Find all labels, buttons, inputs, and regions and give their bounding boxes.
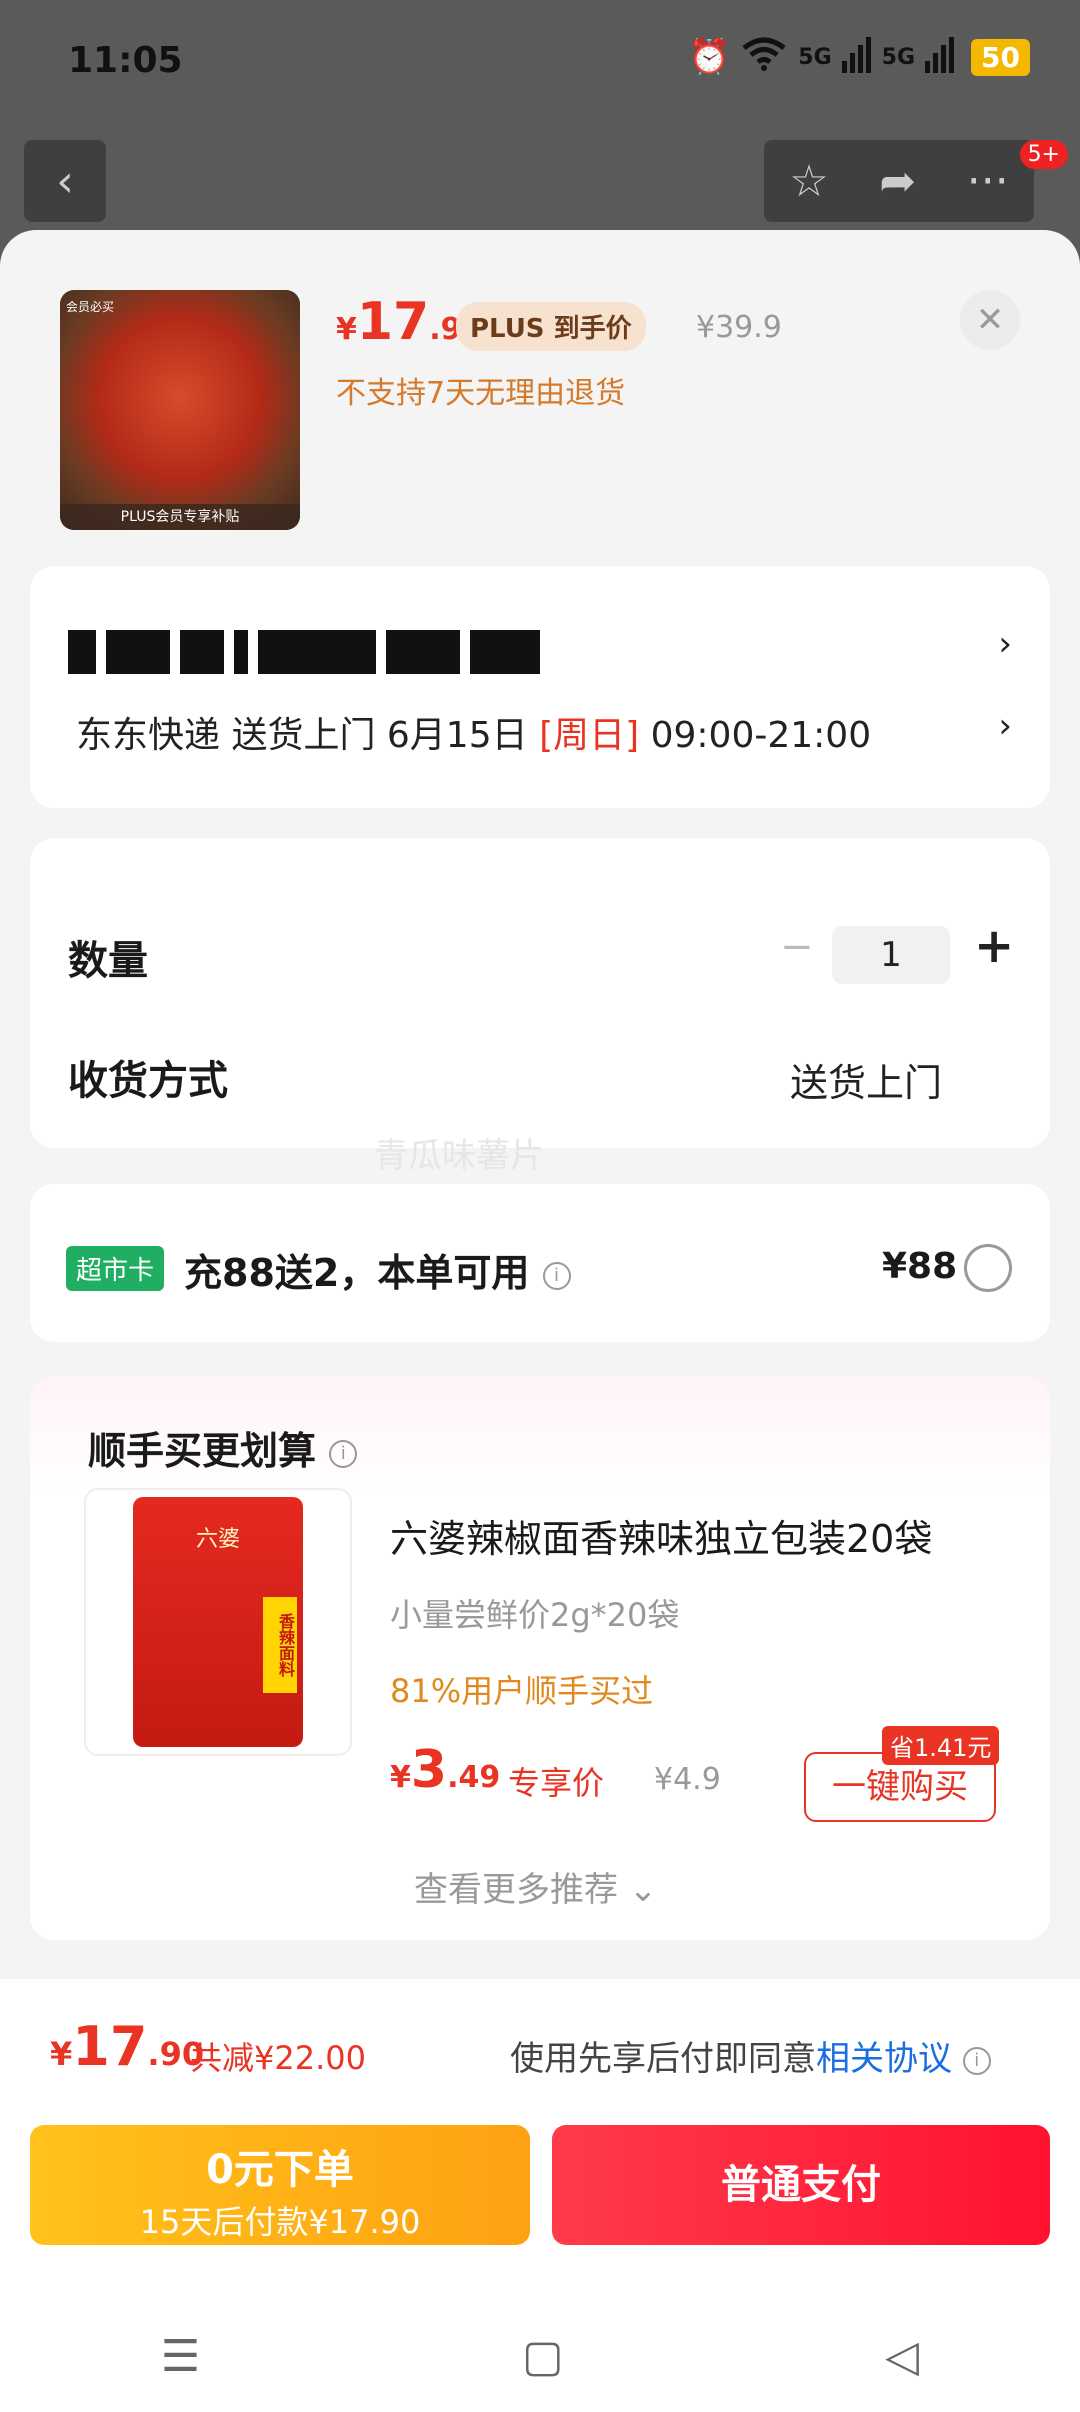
price-decimal: .49 [447, 1760, 501, 1795]
package-brand: 六婆 [195, 1527, 240, 1552]
quantity-label: 数量 [68, 938, 148, 984]
delivery-day: [周日] [539, 715, 640, 756]
recommendation-original-price: ¥4.9 [654, 1762, 721, 1797]
recommendation-title-text: 顺手买更划算 [88, 1429, 317, 1473]
header-actions: ☆ ➦ ··· [764, 140, 1034, 222]
supermarket-card-offer: 充88送2，本单可用 i [184, 1242, 571, 1297]
currency-symbol: ¥ [390, 1760, 411, 1795]
notification-badge: 5+ [1019, 140, 1068, 169]
status-icons: ⏰ 5G 5G 50 [688, 36, 1030, 78]
signal-bars-icon [841, 37, 872, 77]
system-nav-bar: ☰ ▢ ◁ [0, 2300, 1080, 2412]
recommendation-price: ¥3.49 [390, 1740, 500, 1800]
info-icon[interactable]: i [962, 2046, 991, 2075]
info-icon[interactable]: i [329, 1439, 358, 1468]
info-icon[interactable]: i [542, 1261, 571, 1290]
quantity-decrease-button[interactable]: − [780, 924, 814, 970]
address-card[interactable]: › 东东快递 送货上门 6月15日 [周日] 09:00-21:00 › [30, 566, 1050, 808]
recommendation-product-name[interactable]: 六婆辣椒面香辣味独立包装20袋 [390, 1508, 932, 1563]
price-integer: 3 [410, 1740, 448, 1800]
product-image-mark: 会员必买 [66, 300, 115, 314]
recommendation-card: 顺手买更划算 i 六婆 香辣面料 六婆辣椒面香辣味独立包装20袋 小量尝鲜价2g… [30, 1376, 1050, 1940]
address-redacted [68, 630, 540, 674]
total-reduction: 共减¥22.00 [190, 2039, 366, 2077]
signal-2-label: 5G [881, 44, 916, 70]
product-image: 会员必买 PLUS会员专享补贴 [60, 290, 300, 530]
back-icon[interactable]: ◁ [885, 2331, 919, 2382]
supermarket-card-radio[interactable] [964, 1244, 1012, 1292]
agreement-text: 使用先享后付即同意相关协议 i [510, 2031, 991, 2080]
supermarket-card-tag: 超市卡 [66, 1246, 165, 1291]
close-icon: ✕ [975, 300, 1005, 340]
more-icon[interactable]: ··· [967, 156, 1009, 207]
alarm-icon: ⏰ [687, 37, 731, 77]
currency-symbol: ¥ [50, 2035, 73, 2073]
close-button[interactable]: ✕ [960, 290, 1020, 350]
pay-later-title: 0元下单 [206, 2147, 354, 2193]
pay-later-button[interactable]: 0元下单 15天后付款¥17.90 [30, 2125, 530, 2245]
delivery-method: 东东快递 送货上门 6月15日 [76, 715, 528, 756]
chevron-right-icon: › [998, 624, 1012, 664]
quantity-increase-button[interactable]: + [974, 918, 1014, 974]
share-icon[interactable]: ➦ [879, 156, 916, 207]
normal-pay-button[interactable]: 普通支付 [552, 2125, 1050, 2245]
plus-price-tag: PLUS 到手价 [456, 302, 646, 351]
package-illustration: 六婆 香辣面料 [133, 1497, 303, 1747]
shipping-value: 送货上门 [790, 1061, 943, 1105]
menu-icon[interactable]: ☰ [161, 2331, 200, 2382]
recommendation-image[interactable]: 六婆 香辣面料 [84, 1488, 352, 1756]
recommendation-buyers: 81%用户顺手买过 [390, 1672, 654, 1710]
wifi-icon [740, 36, 788, 78]
supermarket-card-amount: ¥88 [882, 1246, 958, 1287]
currency-symbol: ¥ [336, 312, 357, 347]
product-image-tag: PLUS会员专享补贴 [60, 504, 300, 530]
agreement-prefix: 使用先享后付即同意 [510, 2039, 816, 2079]
order-options-card: 数量 − 1 + 收货方式 送货上门 [30, 838, 1050, 1148]
see-more-recommendations[interactable]: 查看更多推荐 ⌄ [414, 1862, 657, 1911]
supermarket-card-row[interactable]: 超市卡 充88送2，本单可用 i ¥88 [30, 1184, 1050, 1342]
supermarket-card-text: 充88送2，本单可用 [184, 1251, 530, 1295]
star-icon[interactable]: ☆ [789, 156, 828, 207]
package-side-label: 香辣面料 [263, 1597, 297, 1693]
total-integer: 17 [72, 2015, 148, 2078]
status-time: 11:05 [68, 40, 183, 81]
chevron-right-icon: › [998, 706, 1012, 746]
chevron-left-icon: ‹ [56, 155, 74, 207]
product-price: ¥17.9 [336, 292, 462, 352]
signal-1-label: 5G [798, 44, 832, 70]
recommendation-title: 顺手买更划算 i [88, 1420, 358, 1475]
pay-later-subtitle: 15天后付款¥17.90 [139, 2203, 421, 2241]
home-icon[interactable]: ▢ [522, 2331, 564, 2382]
recommendation-subtitle: 小量尝鲜价2g*20袋 [390, 1596, 680, 1634]
total-price: ¥17.90 [50, 2015, 204, 2078]
shipping-label: 收货方式 [68, 1058, 228, 1104]
quantity-value[interactable]: 1 [832, 926, 950, 984]
exclusive-price-label: 专享价 [508, 1764, 605, 1802]
back-button[interactable]: ‹ [24, 140, 106, 222]
return-policy: 不支持7天无理由退货 [336, 376, 626, 411]
delivery-time: 09:00-21:00 [650, 715, 872, 756]
agreement-link[interactable]: 相关协议 [816, 2039, 952, 2079]
original-price: ¥39.9 [696, 310, 782, 345]
battery-icon: 50 [971, 38, 1030, 76]
status-bar: 11:05 ⏰ 5G 5G 50 [0, 0, 1080, 125]
signal-bars-icon [925, 37, 955, 77]
save-tag: 省1.41元 [882, 1726, 1000, 1765]
watermark: 青瓜味薯片 [374, 1136, 544, 1176]
delivery-info: 东东快递 送货上门 6月15日 [周日] 09:00-21:00 [76, 706, 871, 758]
price-integer: 17 [356, 292, 430, 352]
